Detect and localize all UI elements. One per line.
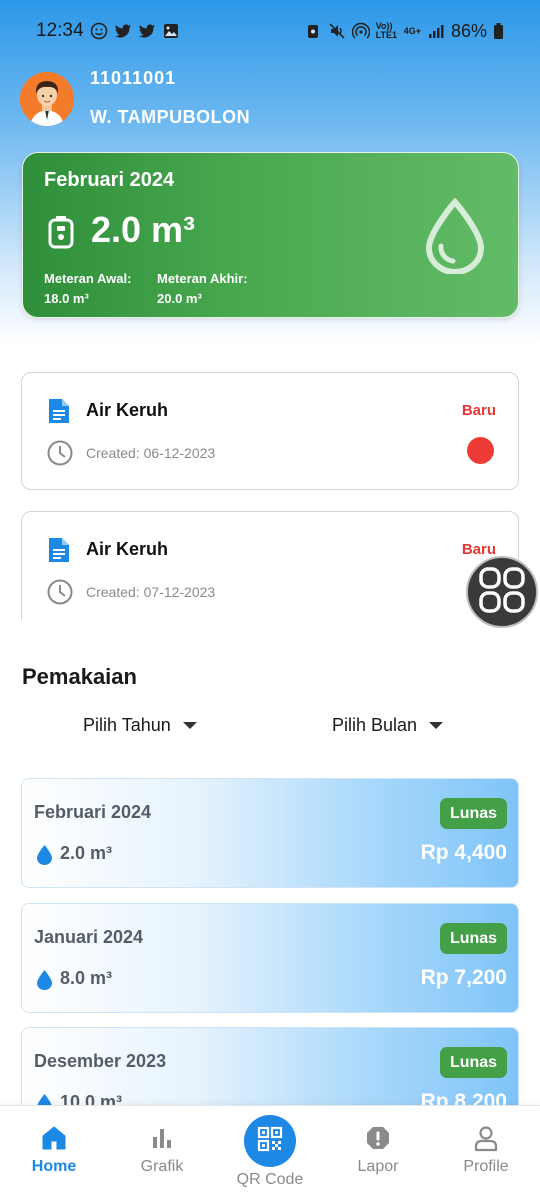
nav-home-label: Home xyxy=(31,1158,77,1175)
usage-month: Februari 2024 xyxy=(34,802,152,822)
meter-summary-card[interactable]: Februari 2024 2.0 m³ Meteran Awal: 18.0 … xyxy=(22,152,519,318)
user-name: W. TAMPUBOLON xyxy=(90,107,251,127)
year-filter-label: Pilih Tahun xyxy=(83,715,171,735)
meter-start-value: 18.0 m³ xyxy=(44,291,89,306)
bottom-navigation: Home Grafik QR Code Lapor Profile xyxy=(0,1105,540,1200)
network-type: 4G+ xyxy=(403,25,421,36)
usage-volume: 8.0 m³ xyxy=(60,968,113,988)
nav-grafik-label: Grafik xyxy=(140,1158,184,1175)
nav-profile-label: Profile xyxy=(463,1158,509,1175)
clock-icon xyxy=(46,578,74,606)
usage-price: Rp 7,200 xyxy=(420,966,507,989)
nav-qr-code-button[interactable] xyxy=(244,1115,296,1167)
paid-badge: Lunas xyxy=(440,1047,507,1078)
usage-month: Desember 2023 xyxy=(34,1051,167,1071)
complaint-status: Baru xyxy=(461,402,496,419)
gallery-icon xyxy=(162,22,180,40)
clock-icon xyxy=(46,439,74,467)
twitter-icon xyxy=(138,22,156,40)
document-icon xyxy=(47,397,71,425)
meter-month: Februari 2024 xyxy=(44,169,175,191)
user-id: 11011001 xyxy=(90,68,177,88)
water-drop-icon xyxy=(36,969,53,990)
section-title: Pemakaian xyxy=(22,664,137,689)
battery-percent: 86% xyxy=(450,20,487,41)
nav-profile[interactable]: Profile xyxy=(436,1124,536,1176)
month-filter-label: Pilih Bulan xyxy=(332,715,418,735)
nav-home[interactable]: Home xyxy=(4,1124,104,1176)
mute-icon xyxy=(328,22,346,40)
floating-menu-button[interactable] xyxy=(466,556,538,628)
water-drop-icon xyxy=(36,1093,53,1105)
complaint-title: Air Keruh xyxy=(86,539,169,559)
home-icon xyxy=(40,1124,68,1152)
water-meter-icon xyxy=(47,215,75,249)
report-alert-icon xyxy=(364,1124,392,1152)
new-status-dot xyxy=(467,437,494,464)
caret-down-icon xyxy=(429,722,444,729)
month-filter-dropdown[interactable]: Pilih Bulan xyxy=(332,715,444,736)
meter-end-label: Meteran Akhir: xyxy=(157,271,248,286)
usage-card[interactable]: Februari 2024 Lunas 2.0 m³ Rp 4,400 xyxy=(21,778,519,888)
usage-price: Rp 8,200 xyxy=(420,1090,507,1105)
nav-lapor[interactable]: Lapor xyxy=(328,1124,428,1176)
document-icon xyxy=(47,536,71,564)
signal-icon xyxy=(427,22,445,40)
complaint-list[interactable]: Air Keruh Baru Created: 06-12-2023 Air K… xyxy=(0,345,540,620)
paid-badge: Lunas xyxy=(440,923,507,954)
grid-icon xyxy=(477,565,527,620)
water-drop-icon xyxy=(36,844,53,865)
usage-month: Januari 2024 xyxy=(34,927,144,947)
twitter-icon xyxy=(114,22,132,40)
meter-start-label: Meteran Awal: xyxy=(44,271,132,286)
nav-lapor-label: Lapor xyxy=(357,1158,399,1175)
usage-card[interactable]: Desember 2023 Lunas 10.0 m³ Rp 8,200 xyxy=(21,1027,519,1105)
usage-card[interactable]: Januari 2024 Lunas 8.0 m³ Rp 7,200 xyxy=(21,903,519,1013)
year-filter-dropdown[interactable]: Pilih Tahun xyxy=(83,715,197,736)
battery-icon xyxy=(493,22,504,40)
usage-volume: 2.0 m³ xyxy=(60,843,113,863)
usage-list[interactable]: Februari 2024 Lunas 2.0 m³ Rp 4,400 Janu… xyxy=(0,770,540,1105)
status-time: 12:34 xyxy=(36,20,84,41)
volte-indicator: Vo)) LTE1 xyxy=(375,21,398,40)
complaint-card[interactable]: Air Keruh Baru Created: 07-12-2023 xyxy=(21,511,519,620)
lock-app-icon xyxy=(304,22,322,40)
complaint-status: Baru xyxy=(461,541,496,558)
hotspot-icon xyxy=(351,22,370,40)
usage-volume: 10.0 m³ xyxy=(60,1092,123,1105)
caret-down-icon xyxy=(182,722,197,729)
status-bar: 12:34 Vo)) LTE1 4G+ 86% xyxy=(0,0,540,62)
user-icon xyxy=(472,1124,500,1152)
complaint-card[interactable]: Air Keruh Baru Created: 06-12-2023 xyxy=(21,372,519,490)
water-drop-icon xyxy=(423,197,487,275)
avatar[interactable] xyxy=(20,72,74,126)
usage-price: Rp 4,400 xyxy=(420,841,507,864)
bar-chart-icon xyxy=(148,1124,176,1152)
complaint-created-date: Created: 06-12-2023 xyxy=(86,445,216,461)
nav-qr-code-label[interactable]: QR Code xyxy=(220,1171,320,1189)
nav-grafik[interactable]: Grafik xyxy=(112,1124,212,1176)
emoji-icon xyxy=(90,22,108,40)
meter-end-value: 20.0 m³ xyxy=(157,291,202,306)
qr-code-icon xyxy=(257,1126,283,1157)
complaint-created-date: Created: 07-12-2023 xyxy=(86,584,216,600)
complaint-title: Air Keruh xyxy=(86,400,169,420)
meter-usage-value: 2.0 m³ xyxy=(91,209,196,250)
paid-badge: Lunas xyxy=(440,798,507,829)
